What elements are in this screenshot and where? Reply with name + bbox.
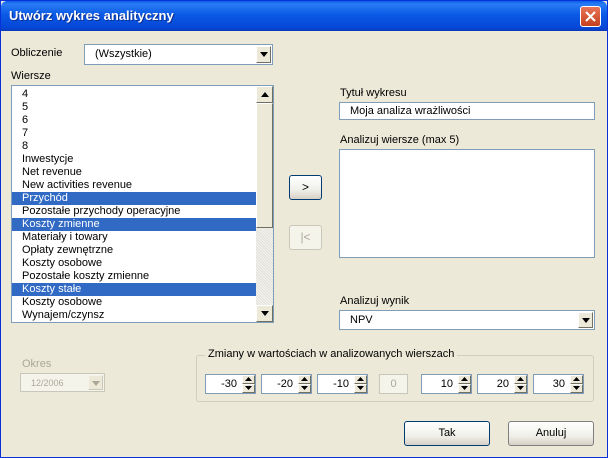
close-icon	[585, 11, 596, 22]
spin-up-button[interactable]	[514, 375, 527, 384]
change-value: -10	[333, 378, 349, 390]
chart-title-input[interactable]: Moja analiza wrażliwości	[339, 102, 595, 120]
scroll-up-button[interactable]	[256, 86, 273, 103]
title-bar: Utwórz wykres analityczny	[1, 1, 607, 31]
spin-down-button[interactable]	[514, 384, 527, 393]
list-item[interactable]: Koszty osobowe	[12, 257, 256, 270]
list-item[interactable]: Koszty osobowe	[12, 296, 256, 309]
window-title: Utwórz wykres analityczny	[9, 8, 174, 23]
change-spin-5[interactable]: 10	[421, 374, 472, 394]
analyze-rows-listbox[interactable]	[339, 149, 595, 258]
change-spin-2[interactable]: -20	[261, 374, 312, 394]
analyze-result-dropdown-button[interactable]	[578, 312, 593, 328]
list-item[interactable]: 7	[12, 127, 256, 140]
list-item[interactable]: 6	[12, 114, 256, 127]
spin-up-button[interactable]	[354, 375, 367, 384]
chevron-down-icon	[357, 386, 364, 390]
spin-down-button[interactable]	[354, 384, 367, 393]
spin-up-button[interactable]	[570, 375, 583, 384]
change-value: 30	[552, 378, 565, 390]
chevron-down-icon	[245, 386, 252, 390]
scroll-down-button[interactable]	[256, 305, 273, 322]
list-item[interactable]: 4	[12, 88, 256, 101]
rows-scrollbar[interactable]	[256, 86, 273, 322]
period-select[interactable]: 12/2006	[20, 373, 105, 392]
chevron-up-icon	[357, 377, 364, 381]
chevron-down-icon	[261, 311, 269, 316]
calculation-label: Obliczenie	[11, 47, 63, 59]
change-value: 20	[496, 378, 509, 390]
spin-up-button[interactable]	[458, 375, 471, 384]
change-spin-1[interactable]: -30	[205, 374, 256, 394]
remove-row-button[interactable]: |<	[289, 225, 322, 250]
chevron-down-icon	[461, 386, 468, 390]
chevron-up-icon	[245, 377, 252, 381]
analyze-result-label: Analizuj wynik	[340, 295, 410, 307]
spin-up-button[interactable]	[242, 375, 255, 384]
change-value: 10	[440, 378, 453, 390]
chevron-up-icon	[573, 377, 580, 381]
spin-down-button[interactable]	[298, 384, 311, 393]
scroll-thumb[interactable]	[256, 103, 273, 228]
list-item[interactable]: Pozostałe koszty zmienne	[12, 270, 256, 283]
spin-down-button[interactable]	[570, 384, 583, 393]
chevron-up-icon	[461, 377, 468, 381]
ok-button[interactable]: Tak	[404, 421, 490, 446]
spin-down-button[interactable]	[458, 384, 471, 393]
rows-listbox[interactable]: 4 5 6 7 8 Inwestycje Net revenue New activities…	[11, 85, 274, 323]
change-spin-3[interactable]: -10	[317, 374, 368, 394]
close-button[interactable]	[580, 6, 601, 27]
chevron-up-icon	[517, 377, 524, 381]
list-item[interactable]: Wynajem/czynsz	[12, 309, 256, 322]
list-item[interactable]: 5	[12, 101, 256, 114]
add-row-button[interactable]: >	[289, 175, 322, 200]
chart-title-label: Tytuł wykresu	[340, 87, 407, 99]
list-item[interactable]: Koszty zmienne	[12, 218, 256, 231]
changes-group-title: Zmiany w wartościach w analizowanych wie…	[205, 348, 458, 360]
list-item[interactable]: Net revenue	[12, 166, 256, 179]
period-dropdown-button[interactable]	[88, 375, 103, 390]
change-zero-field: 0	[379, 374, 408, 394]
list-item[interactable]: Przychód	[12, 192, 256, 205]
spin-up-button[interactable]	[298, 375, 311, 384]
spin-down-button[interactable]	[242, 384, 255, 393]
analyze-result-value: NPV	[350, 314, 373, 326]
calculation-dropdown-button[interactable]	[256, 46, 271, 63]
chevron-down-icon	[573, 386, 580, 390]
analyze-result-select[interactable]: NPV	[339, 310, 595, 330]
list-item[interactable]: Materiały i towary	[12, 231, 256, 244]
list-item[interactable]: Koszty stałe	[12, 283, 256, 296]
chevron-down-icon	[260, 52, 268, 57]
chevron-up-icon	[301, 377, 308, 381]
period-value: 12/2006	[31, 378, 64, 388]
list-item[interactable]: New activities revenue	[12, 179, 256, 192]
analyze-rows-label: Analizuj wiersze (max 5)	[340, 134, 460, 146]
change-value: -30	[221, 378, 237, 390]
period-label: Okres	[22, 358, 52, 370]
list-item[interactable]: 8	[12, 140, 256, 153]
chevron-up-icon	[261, 92, 269, 97]
list-item[interactable]: Opłaty zewnętrzne	[12, 244, 256, 257]
chevron-down-icon	[582, 318, 590, 323]
list-item[interactable]: Inwestycje	[12, 153, 256, 166]
chevron-down-icon	[517, 386, 524, 390]
list-item[interactable]: Pozostałe przychody operacyjne	[12, 205, 256, 218]
chevron-down-icon	[301, 386, 308, 390]
calculation-value: (Wszystkie)	[95, 48, 152, 60]
change-value: -20	[277, 378, 293, 390]
cancel-button[interactable]: Anuluj	[508, 421, 594, 446]
change-spin-7[interactable]: 30	[533, 374, 584, 394]
rows-label: Wiersze	[11, 70, 51, 82]
change-spin-6[interactable]: 20	[477, 374, 528, 394]
chart-title-value: Moja analiza wrażliwości	[350, 105, 471, 117]
calculation-select[interactable]: (Wszystkie)	[84, 44, 273, 65]
chevron-down-icon	[92, 381, 100, 386]
